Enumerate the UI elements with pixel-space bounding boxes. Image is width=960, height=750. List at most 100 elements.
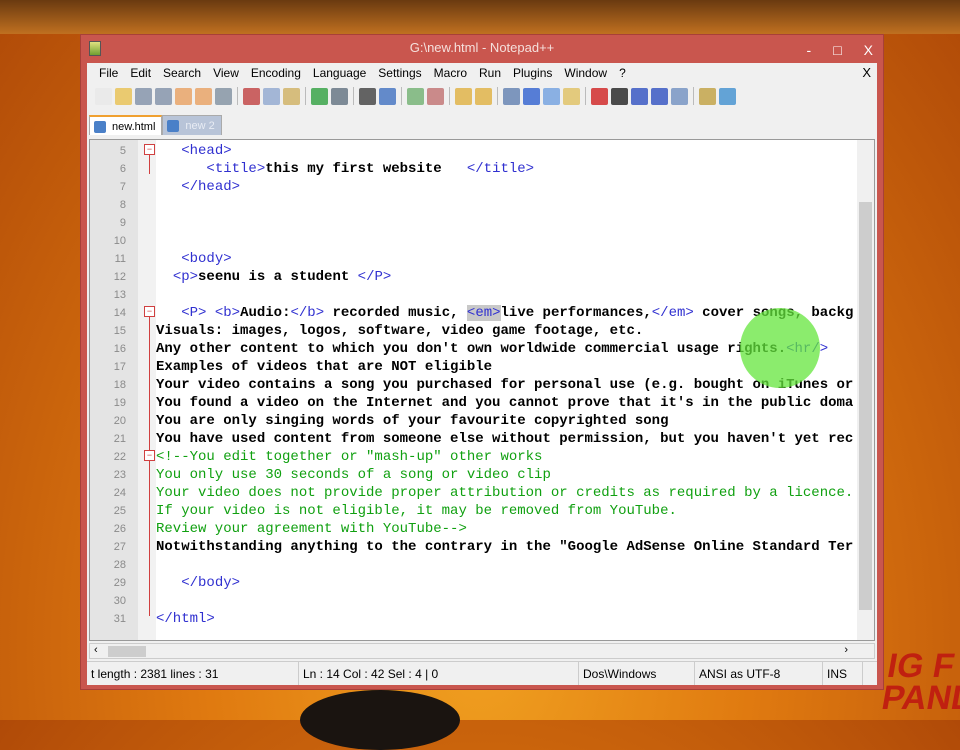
close-document-button[interactable]: X bbox=[862, 65, 871, 80]
sync-h-icon[interactable] bbox=[475, 87, 492, 105]
menu-help[interactable]: ? bbox=[613, 66, 632, 80]
menu-view[interactable]: View bbox=[207, 66, 245, 80]
scrollbar-thumb[interactable] bbox=[108, 646, 146, 657]
menu-settings[interactable]: Settings bbox=[372, 66, 427, 80]
line-text: <body> bbox=[181, 251, 232, 267]
minimize-button[interactable]: - bbox=[807, 37, 812, 63]
code-line: 7 </head> bbox=[90, 178, 874, 196]
save-icon[interactable] bbox=[135, 87, 152, 105]
save-state-icon bbox=[167, 120, 180, 132]
all-chars-icon[interactable] bbox=[523, 87, 540, 105]
stop-icon[interactable] bbox=[611, 87, 628, 105]
tab-label: new 2 bbox=[185, 120, 215, 132]
sync-v-icon[interactable] bbox=[455, 87, 472, 105]
code-line: 12 <p>seenu is a student </P> bbox=[90, 268, 874, 286]
paste-icon[interactable] bbox=[283, 87, 300, 105]
play-multi-icon[interactable] bbox=[651, 87, 668, 105]
line-text: </body> bbox=[181, 575, 241, 591]
line-number: 14 bbox=[113, 307, 126, 319]
menu-file[interactable]: File bbox=[93, 66, 124, 80]
status-encoding: ANSI as UTF-8 bbox=[695, 662, 823, 685]
menu-edit[interactable]: Edit bbox=[124, 66, 157, 80]
horizontal-scrollbar[interactable]: ‹ › bbox=[89, 643, 875, 659]
code-line: 24 Your video does not provide proper att… bbox=[90, 484, 874, 502]
toolbar-separator bbox=[585, 87, 586, 105]
line-number: 25 bbox=[113, 505, 126, 517]
toolbar-separator bbox=[353, 87, 354, 105]
code-line: 13 bbox=[90, 286, 874, 304]
code-line: 23 You only use 30 seconds of a song or v… bbox=[90, 466, 874, 484]
line-number: 29 bbox=[113, 577, 126, 589]
line-number: 10 bbox=[113, 235, 126, 247]
close-all-icon[interactable] bbox=[195, 87, 212, 105]
print-icon[interactable] bbox=[215, 87, 232, 105]
status-bar: t length : 2381 lines : 31 Ln : 14 Col :… bbox=[87, 661, 877, 685]
line-text: Your video does not provide proper attri… bbox=[156, 485, 854, 501]
spellcheck-icon[interactable] bbox=[719, 87, 736, 105]
toolbar-separator bbox=[401, 87, 402, 105]
line-text: </head> bbox=[181, 179, 241, 195]
line-text: Any other content to which you don't own… bbox=[156, 341, 828, 357]
new-icon[interactable] bbox=[95, 87, 112, 105]
close-icon[interactable] bbox=[175, 87, 192, 105]
menu-run[interactable]: Run bbox=[473, 66, 507, 80]
app-icon[interactable] bbox=[89, 41, 101, 56]
wrap-icon[interactable] bbox=[503, 87, 520, 105]
vertical-scrollbar[interactable] bbox=[857, 140, 874, 640]
play-icon[interactable] bbox=[631, 87, 648, 105]
line-text: <title>this my first website </title> bbox=[206, 161, 535, 177]
doc-map-icon[interactable] bbox=[563, 87, 580, 105]
save-all-icon[interactable] bbox=[155, 87, 172, 105]
line-text: Visuals: images, logos, software, video … bbox=[156, 323, 644, 339]
tab-new-2[interactable]: new 2 bbox=[162, 115, 222, 135]
indent-guide-icon[interactable] bbox=[543, 87, 560, 105]
maximize-button[interactable]: □ bbox=[833, 37, 841, 63]
title-bar[interactable]: G:\new.html - Notepad++ - □ X bbox=[81, 35, 883, 63]
toolbar bbox=[87, 83, 877, 109]
wallpaper-panda bbox=[300, 690, 460, 750]
cut-icon[interactable] bbox=[243, 87, 260, 105]
line-number: 22 bbox=[113, 451, 126, 463]
scroll-right-icon[interactable]: › bbox=[844, 644, 848, 656]
line-text: <p>seenu is a student </P> bbox=[172, 269, 392, 285]
line-number: 11 bbox=[114, 253, 126, 265]
record-icon[interactable] bbox=[591, 87, 608, 105]
line-number: 9 bbox=[119, 217, 126, 229]
zoom-in-icon[interactable] bbox=[407, 87, 424, 105]
line-number: 7 bbox=[119, 181, 126, 193]
scroll-left-icon[interactable]: ‹ bbox=[94, 644, 98, 656]
code-editor[interactable]: − − − 5 <head> 6 <title>this my first web… bbox=[89, 139, 875, 641]
code-line: 29 </body> bbox=[90, 574, 874, 592]
status-position: Ln : 14 Col : 42 Sel : 4 | 0 bbox=[299, 662, 579, 685]
line-number: 5 bbox=[119, 145, 126, 157]
line-number: 12 bbox=[113, 271, 126, 283]
line-text: You found a video on the Internet and yo… bbox=[156, 395, 854, 411]
launch-icon[interactable] bbox=[699, 87, 716, 105]
menu-search[interactable]: Search bbox=[157, 66, 207, 80]
code-line: 11 <body> bbox=[90, 250, 874, 268]
copy-icon[interactable] bbox=[263, 87, 280, 105]
zoom-out-icon[interactable] bbox=[427, 87, 444, 105]
menu-macro[interactable]: Macro bbox=[428, 66, 473, 80]
line-text: If your video is not eligible, it may be… bbox=[156, 503, 677, 519]
tab-new-html[interactable]: new.html bbox=[89, 115, 163, 135]
menu-encoding[interactable]: Encoding bbox=[245, 66, 307, 80]
close-button[interactable]: X bbox=[864, 37, 873, 63]
tab-bar: new.html new 2 bbox=[89, 113, 222, 135]
menu-plugins[interactable]: Plugins bbox=[507, 66, 558, 80]
line-number: 24 bbox=[113, 487, 126, 499]
undo-icon[interactable] bbox=[311, 87, 328, 105]
scrollbar-thumb[interactable] bbox=[859, 202, 872, 610]
replace-icon[interactable] bbox=[379, 87, 396, 105]
line-number: 15 bbox=[113, 325, 126, 337]
find-icon[interactable] bbox=[359, 87, 376, 105]
code-line: 30 bbox=[90, 592, 874, 610]
menu-window[interactable]: Window bbox=[558, 66, 613, 80]
save-macro-icon[interactable] bbox=[671, 87, 688, 105]
menu-language[interactable]: Language bbox=[307, 66, 372, 80]
cursor-highlight bbox=[740, 308, 820, 388]
redo-icon[interactable] bbox=[331, 87, 348, 105]
line-number: 20 bbox=[113, 415, 126, 427]
save-state-icon bbox=[94, 121, 106, 133]
open-icon[interactable] bbox=[115, 87, 132, 105]
